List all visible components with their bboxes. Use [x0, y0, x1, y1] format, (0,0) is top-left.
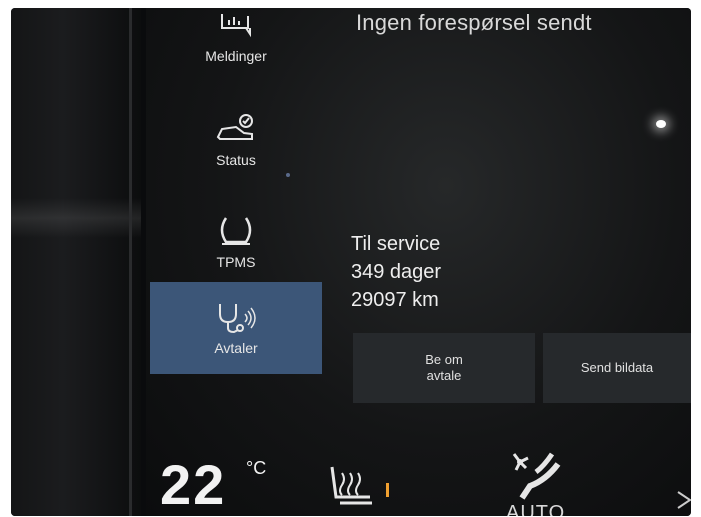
sidebar-item-tpms[interactable]: TPMS: [150, 196, 322, 288]
book-appointment-button[interactable]: Be om avtale: [353, 333, 535, 403]
request-status-text: Ingen forespørsel sendt: [356, 10, 592, 35]
climate-bar: 22 °C AUTO: [146, 448, 691, 516]
car-status-icon: [214, 112, 258, 146]
center-display: Ingen forespørsel sendt Meldinger Status…: [146, 8, 691, 516]
sidebar-item-avtaler[interactable]: Avtaler: [150, 282, 322, 374]
book-button-line2: avtale: [426, 368, 462, 383]
temperature-unit: °C: [246, 458, 267, 478]
service-distance: 29097 km: [351, 289, 439, 311]
sidebar-item-label: Avtaler: [214, 340, 258, 356]
chevron-right-icon[interactable]: [676, 488, 691, 516]
sidebar-item-label: Meldinger: [205, 48, 267, 64]
messages-icon: [216, 8, 256, 42]
infotainment-photo: Ingen forespørsel sendt Meldinger Status…: [11, 8, 691, 516]
sidebar-item-meldinger[interactable]: Meldinger: [150, 8, 322, 82]
light-reflection: [656, 120, 666, 128]
temperature-display[interactable]: 22: [160, 452, 226, 516]
bezel-edge: [129, 8, 132, 516]
bezel-glare: [11, 198, 141, 238]
fan-airflow-icon[interactable]: [506, 450, 570, 507]
seat-heating-icon[interactable]: [326, 463, 382, 512]
seat-heat-level-indicator: [386, 483, 389, 497]
send-car-data-button[interactable]: Send bildata: [543, 333, 691, 403]
sidebar-item-label: TPMS: [216, 254, 256, 270]
sidebar-item-label: Status: [216, 152, 256, 168]
book-button-line1: Be om: [425, 352, 463, 367]
service-days: 349 dager: [351, 261, 442, 283]
service-title: Til service: [351, 233, 441, 255]
service-info: Til service 349 dager 29097 km: [351, 230, 441, 314]
stethoscope-icon: [212, 300, 260, 334]
sidebar-nav: Meldinger Status TPMS Avtaler: [146, 8, 326, 388]
sidebar-item-status[interactable]: Status: [150, 94, 322, 186]
tire-pressure-icon: [214, 214, 258, 248]
screen-bezel: [11, 8, 141, 516]
climate-auto-label[interactable]: AUTO: [506, 502, 565, 516]
